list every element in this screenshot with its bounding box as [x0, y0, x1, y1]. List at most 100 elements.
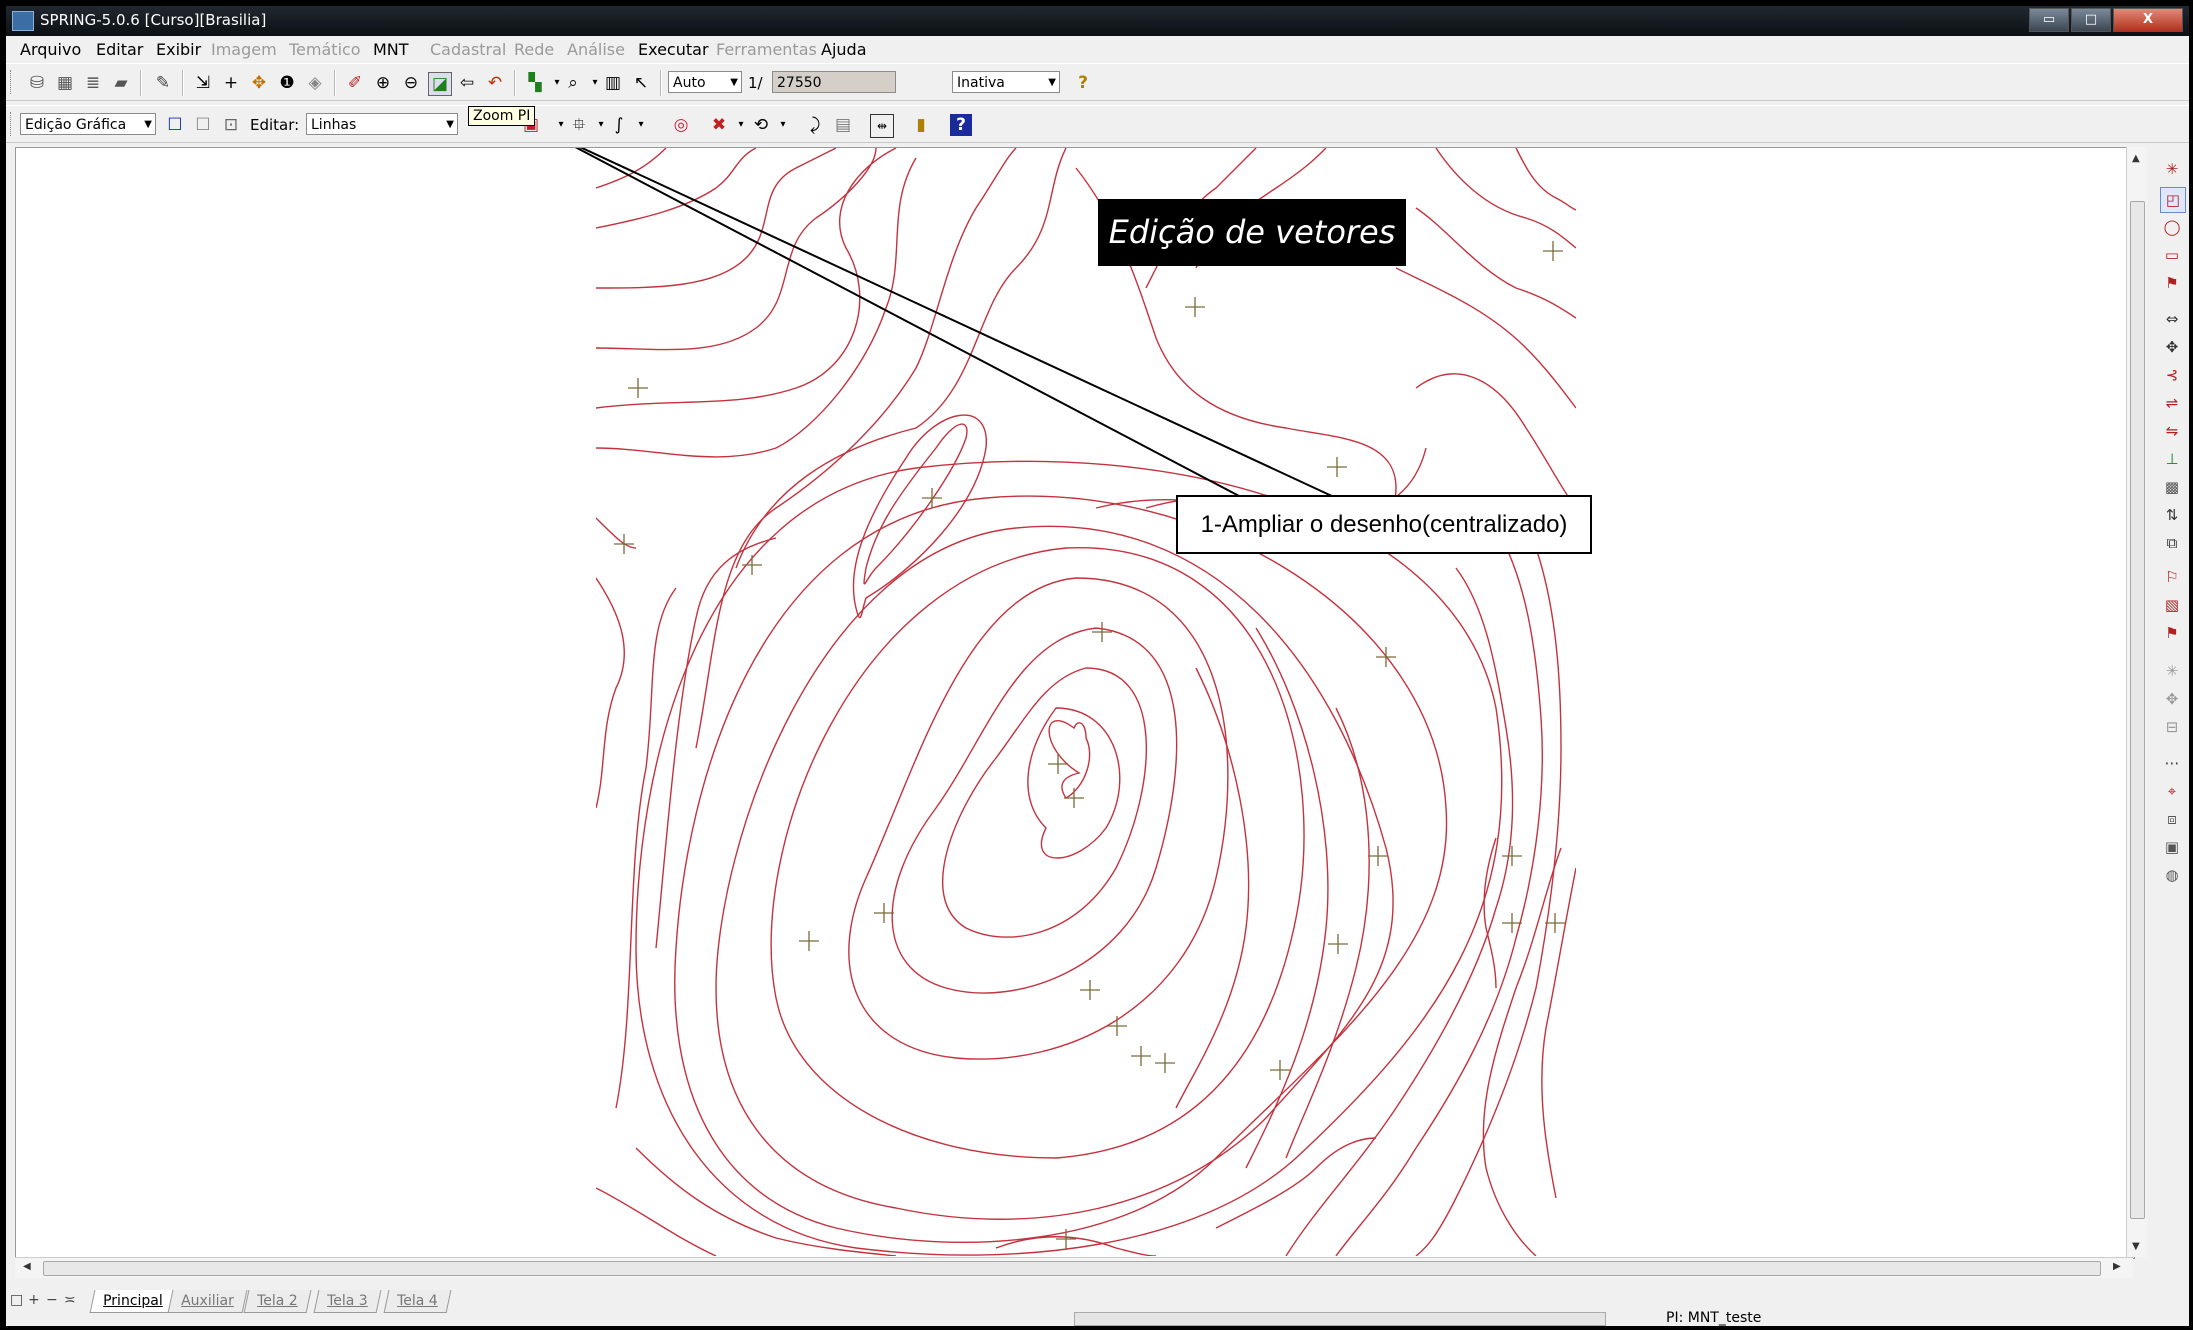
menu-ferramentas[interactable]: Ferramentas [716, 40, 817, 59]
menu-ajuda[interactable]: Ajuda [821, 40, 867, 59]
tab-remove-icon[interactable]: − [46, 1292, 58, 1308]
mode-select[interactable]: Edição Gráfica ▼ [20, 113, 156, 135]
join-icon[interactable]: ⇌ [2160, 391, 2184, 415]
scroll-up-icon[interactable]: ▲ [2132, 153, 2140, 164]
zoom-out-icon[interactable]: ⊖ [400, 72, 422, 94]
pointer-icon[interactable]: ↖ [630, 72, 652, 94]
help-blue-icon[interactable]: ? [950, 114, 972, 136]
maximize-button[interactable]: □ [2071, 8, 2111, 32]
curve-icon[interactable]: ∫ [608, 114, 630, 136]
close-button[interactable]: X [2113, 8, 2183, 32]
draw-icon[interactable]: ✎ [152, 72, 174, 94]
flag-icon[interactable]: ⚑ [2160, 271, 2184, 295]
help-icon[interactable]: ? [1072, 72, 1094, 94]
create-point-icon[interactable]: ✳ [2160, 659, 2184, 683]
polygon-cut-icon[interactable]: ⌖ [2160, 779, 2184, 803]
toolbar-grip[interactable] [10, 70, 14, 94]
menu-cadastral[interactable]: Cadastral [430, 40, 506, 59]
zoom-in-icon[interactable]: ⊕ [372, 72, 394, 94]
rectangle-gray-icon[interactable]: ☐ [192, 114, 214, 136]
info-icon[interactable]: ❶ [276, 72, 298, 94]
move-point-gray-icon[interactable]: ✥ [2160, 687, 2184, 711]
scroll-down-icon[interactable]: ▼ [2132, 1241, 2140, 1252]
refresh-icon[interactable]: ⟲ [750, 114, 772, 136]
tab-sync-icon[interactable]: ≍ [64, 1292, 76, 1308]
eraser-icon[interactable]: ▰ [110, 72, 132, 94]
fit-icon[interactable]: ⇹ [870, 114, 894, 138]
contour-map[interactable] [16, 148, 2134, 1258]
split-icon[interactable]: ⇋ [2160, 419, 2184, 443]
vertical-scroll-thumb[interactable] [2130, 201, 2145, 1219]
direction-icon[interactable]: ⇅ [2160, 503, 2184, 527]
menu-analise[interactable]: Análise [567, 40, 625, 59]
tools-dropdown-icon[interactable]: ▾ [730, 114, 752, 136]
menu-arquivo[interactable]: Arquivo [20, 40, 81, 59]
palette-icon[interactable]: ◍ [2160, 863, 2184, 887]
window-icon[interactable]: ⊡ [220, 114, 242, 136]
scroll-right-icon[interactable]: ▶ [2113, 1261, 2121, 1272]
identify-icon[interactable]: ⚐ [2160, 565, 2184, 589]
edit-type-select[interactable]: Linhas ▼ [306, 113, 458, 135]
menu-imagem[interactable]: Imagem [211, 40, 277, 59]
snap-icon[interactable]: ⊥ [2160, 447, 2184, 471]
minimize-button[interactable]: ▭ [2029, 8, 2069, 32]
rect-line-icon[interactable]: ▭ [2160, 243, 2184, 267]
tab-window-icon[interactable]: □ [10, 1292, 23, 1308]
image-icon[interactable]: ▣ [2160, 835, 2184, 859]
scroll-left-icon[interactable]: ◀ [23, 1261, 31, 1272]
horizontal-scrollbar[interactable]: ◀ ▶ [15, 1257, 2133, 1278]
vertical-scrollbar[interactable]: ▲ ▼ [2126, 147, 2147, 1257]
color-table-icon[interactable]: ▚ [524, 72, 546, 94]
curve-dropdown-icon[interactable]: ▾ [630, 114, 652, 136]
project-icon[interactable]: ▦ [54, 72, 76, 94]
status-select[interactable]: Inativa ▼ [952, 71, 1060, 93]
tag-icon[interactable]: ◈ [304, 72, 326, 94]
menu-rede[interactable]: Rede [514, 40, 554, 59]
zoom-pi-icon[interactable]: ◪ [428, 72, 452, 96]
contour-line [1541, 867, 1576, 1199]
dots-icon[interactable]: ⋯ [2160, 751, 2184, 775]
tab-add-icon[interactable]: + [28, 1292, 40, 1308]
horizontal-scroll-thumb[interactable] [43, 1261, 2101, 1276]
sample-point [742, 555, 762, 575]
tools-icon[interactable]: ✖ [708, 114, 730, 136]
cursor-cross-icon[interactable]: + [220, 72, 242, 94]
database-icon[interactable]: ⛁ [26, 72, 48, 94]
tag-line-icon[interactable]: ⚑ [2160, 621, 2184, 645]
menu-tematico[interactable]: Temático [289, 40, 361, 59]
move-point-icon[interactable]: ✥ [2160, 335, 2184, 359]
toolbar-grip[interactable] [10, 112, 14, 136]
import-icon[interactable]: ⇲ [192, 72, 214, 94]
menu-editar[interactable]: Editar [96, 40, 143, 59]
reshape-icon[interactable]: ⊰ [2160, 363, 2184, 387]
layers-icon[interactable]: ≣ [82, 72, 104, 94]
menu-executar[interactable]: Executar [638, 40, 709, 59]
scale-field[interactable]: 27550 [772, 71, 896, 93]
pan-icon[interactable]: ✥ [248, 72, 270, 94]
redo-icon[interactable]: ⤸ [804, 114, 826, 136]
edit-line-icon[interactable]: ◰ [2160, 187, 2186, 213]
menu-exibir[interactable]: Exibir [156, 40, 201, 59]
pattern-icon[interactable]: ▧ [2160, 593, 2184, 617]
close-line-icon[interactable]: ◯ [2160, 215, 2184, 239]
move-horizontal-icon[interactable]: ⇔ [2160, 307, 2184, 331]
move-vertex-icon[interactable]: ⯐ [568, 114, 590, 136]
map-canvas[interactable] [15, 147, 2135, 1259]
back-icon[interactable]: ⇦ [456, 72, 478, 94]
door-icon[interactable]: ▮ [910, 114, 932, 136]
grid-select-icon[interactable]: ▩ [2160, 475, 2184, 499]
grid-icon[interactable]: ▥ [602, 72, 624, 94]
undo-icon[interactable]: ↶ [484, 72, 506, 94]
create-line-icon[interactable]: ✳ [2160, 157, 2184, 181]
menu-mnt[interactable]: MNT [373, 40, 409, 59]
scale-mode-select[interactable]: Auto ▼ [668, 71, 742, 93]
magnifier-icon[interactable]: ⌕ [562, 72, 584, 94]
pencil-icon[interactable]: ✐ [344, 72, 366, 94]
save-icon[interactable]: ▤ [832, 114, 854, 136]
copy-icon[interactable]: ⧈ [2160, 807, 2184, 831]
polygon-icon[interactable]: ◎ [670, 114, 692, 136]
box-arrow-icon[interactable]: ⧉ [2160, 531, 2184, 555]
rectangle-blue-icon[interactable]: ☐ [164, 114, 186, 136]
delete-point-icon[interactable]: ⊟ [2160, 715, 2184, 739]
refresh-dropdown-icon[interactable]: ▾ [772, 114, 794, 136]
